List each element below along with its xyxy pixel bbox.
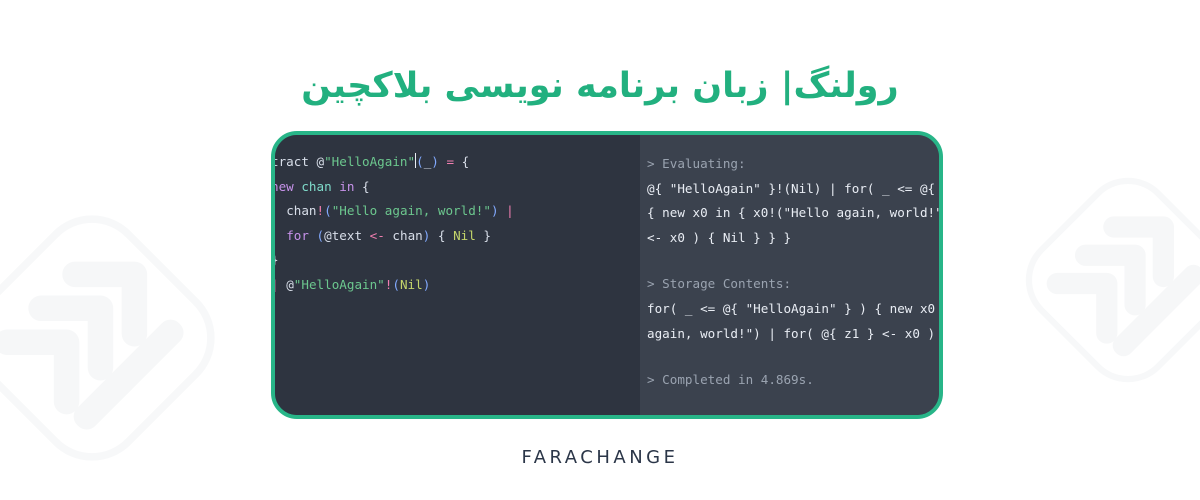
code-token: { xyxy=(430,227,454,243)
evaluation-output-pane: > Evaluating: @{ "HelloAgain" }!(Nil) | f… xyxy=(640,135,939,415)
footer-brand-text: FARACHANGE xyxy=(521,447,679,468)
output-line: for( _ <= @{ "HelloAgain" } ) { new x0 i xyxy=(647,300,939,316)
output-block-header: > Completed in 4.869s. xyxy=(647,372,814,388)
code-line: } xyxy=(275,248,640,273)
code-line: new chan in { xyxy=(275,175,640,200)
code-token: @ xyxy=(316,154,325,169)
output-line: again, world!") | for( @{ z1 } <- x0 ) { xyxy=(647,325,939,341)
code-token: { xyxy=(362,178,370,194)
code-line: tract @"HelloAgain"(_) = { xyxy=(275,150,640,175)
code-token: Nil xyxy=(399,276,423,292)
output-line: <- x0 ) { Nil } } } xyxy=(647,229,792,245)
code-token: "Hello again, world!" xyxy=(331,203,491,219)
code-token: } xyxy=(275,252,279,267)
output-line: @{ "HelloAgain" }!(Nil) | for( _ <= @{ " xyxy=(647,180,939,196)
rholang-console-card: tract @"HelloAgain"(_) = {new chan in {c… xyxy=(271,131,943,419)
code-token: ) xyxy=(431,154,439,169)
code-token: "HelloAgain" xyxy=(293,276,385,292)
code-token: chan xyxy=(286,203,317,219)
code-token: = xyxy=(438,154,462,169)
code-token: ) xyxy=(490,203,499,219)
footer-brand-container: FARACHANGE xyxy=(0,447,1200,468)
code-token: ! xyxy=(316,203,325,219)
code-token: ( xyxy=(392,276,400,292)
code-token: @text xyxy=(324,227,363,243)
code-editor-pane[interactable]: tract @"HelloAgain"(_) = {new chan in {c… xyxy=(275,135,640,415)
code-token: Nil xyxy=(453,227,476,243)
output-block-gap xyxy=(647,250,939,272)
code-token: } xyxy=(475,227,492,243)
code-line: | @"HelloAgain"!(Nil) xyxy=(275,273,640,298)
output-block-header: > Storage Contents: xyxy=(647,276,792,292)
page-title: رولنگ| زبان برنامه نویسی بلاکچین xyxy=(301,66,899,107)
code-token: @ xyxy=(286,276,294,292)
output-line: { new x0 in { x0!("Hello again, world!") xyxy=(647,205,939,221)
code-token: new xyxy=(275,178,294,194)
code-token: | xyxy=(506,203,514,219)
code-token: ( xyxy=(316,227,325,243)
code-line: for (@text <- chan) { Nil } xyxy=(275,224,640,249)
code-token: in xyxy=(339,178,355,194)
code-token: ( xyxy=(324,203,332,219)
code-token: "HelloAgain" xyxy=(324,154,416,169)
code-token: chan xyxy=(301,178,332,194)
code-token: ) xyxy=(422,276,431,292)
code-token: tract xyxy=(275,154,317,169)
code-token: { xyxy=(461,154,470,169)
code-token: <- xyxy=(369,227,385,243)
watermark-logo-right xyxy=(1003,155,1200,409)
output-block-gap xyxy=(647,346,939,368)
page-title-container: رولنگ| زبان برنامه نویسی بلاکچین xyxy=(0,42,1200,133)
code-line: chan!("Hello again, world!") | xyxy=(275,199,640,224)
code-token: ( xyxy=(416,154,424,169)
output-block-header: > Evaluating: xyxy=(647,156,746,171)
code-token: for xyxy=(286,227,309,243)
code-token: chan xyxy=(392,227,423,243)
